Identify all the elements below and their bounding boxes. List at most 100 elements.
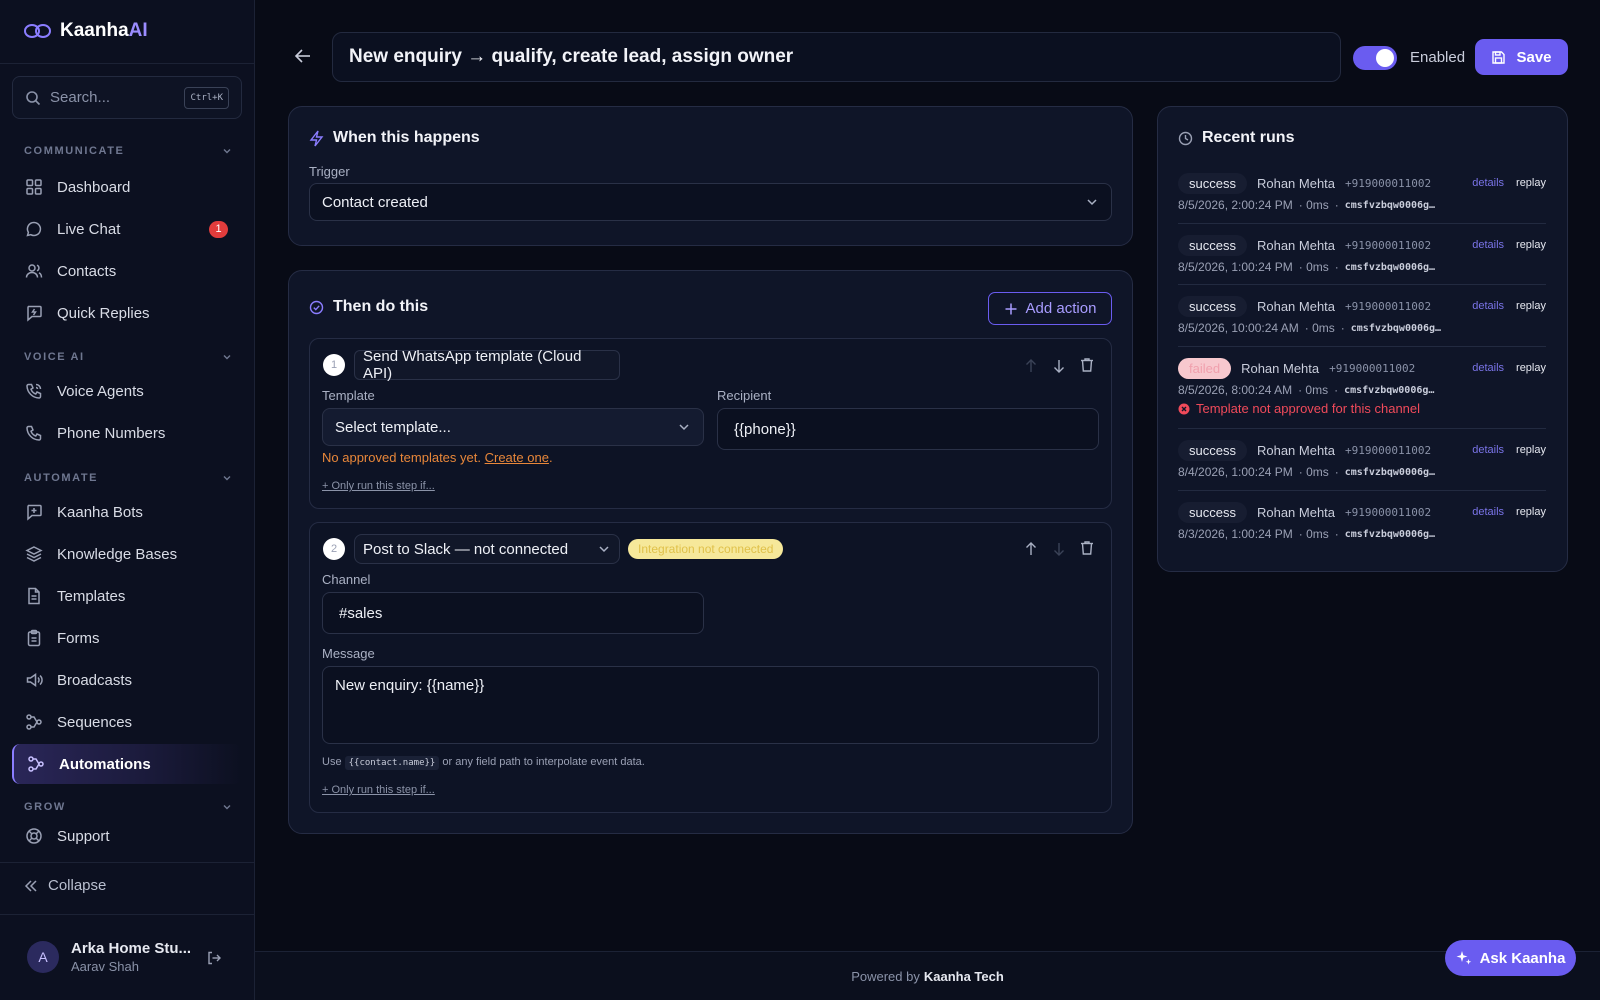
footer-prefix: Powered by: [851, 968, 920, 984]
create-template-link[interactable]: Create one: [485, 450, 549, 465]
run-details-link[interactable]: details: [1472, 300, 1504, 312]
workflow-icon: [28, 756, 44, 772]
automation-title: New enquiry → qualify, create lead, assi…: [349, 46, 794, 67]
sidebar-item-broadcasts[interactable]: Broadcasts: [12, 660, 242, 700]
run-replay-link[interactable]: replay: [1516, 177, 1546, 189]
run-status-badge: success: [1178, 234, 1247, 256]
run-time: 8/5/2026, 10:00:24 AM: [1178, 321, 1299, 335]
brand-name: Kaanha: [60, 20, 129, 41]
run-id: cmsfvzbqw0006g…: [1344, 261, 1436, 273]
template-select[interactable]: Select template...: [322, 408, 704, 446]
user-profile[interactable]: A Arka Home Stu... Aarav Shah: [27, 940, 227, 974]
sidebar-item-label: Live Chat: [57, 220, 121, 238]
run-details-link[interactable]: details: [1472, 239, 1504, 251]
add-condition-link[interactable]: + Only run this step if...: [322, 480, 435, 492]
enabled-toggle[interactable]: [1353, 46, 1397, 70]
section-communicate[interactable]: COMMUNICATE: [24, 145, 232, 157]
run-error: Template not approved for this channel: [1178, 401, 1546, 416]
step-type-select[interactable]: Post to Slack — not connected: [354, 534, 620, 564]
collapse-button[interactable]: Collapse: [24, 877, 106, 894]
chevron-down-icon: [223, 805, 231, 810]
run-duration: · 0ms: [1298, 465, 1329, 479]
sidebar-item-quick-replies[interactable]: Quick Replies: [12, 293, 242, 333]
sidebar-item-contacts[interactable]: Contacts: [12, 251, 242, 291]
run-replay-link[interactable]: replay: [1516, 506, 1546, 518]
arrow-down-icon[interactable]: [1051, 541, 1067, 557]
section-voice-ai[interactable]: VOICE AI: [24, 351, 232, 363]
run-replay-link[interactable]: replay: [1516, 444, 1546, 456]
add-action-button[interactable]: Add action: [988, 292, 1112, 325]
recipient-input[interactable]: {{phone}}: [717, 408, 1099, 450]
save-button[interactable]: Save: [1475, 39, 1568, 75]
chevron-down-icon: [223, 476, 231, 481]
sidebar-item-forms[interactable]: Forms: [12, 618, 242, 658]
section-label: GROW: [24, 801, 66, 813]
sidebar-item-templates[interactable]: Templates: [12, 576, 242, 616]
add-condition-link[interactable]: + Only run this step if...: [322, 784, 435, 796]
divider: [1178, 346, 1546, 347]
ask-kaanha-button[interactable]: Ask Kaanha: [1445, 940, 1576, 976]
warning-text: No approved templates yet.: [322, 450, 481, 465]
search-icon: [26, 90, 41, 105]
divider: [1178, 428, 1546, 429]
run-details-link[interactable]: details: [1472, 177, 1504, 189]
sidebar-item-sequences[interactable]: Sequences: [12, 702, 242, 742]
sidebar-item-dashboard[interactable]: Dashboard: [12, 167, 242, 207]
trash-icon[interactable]: [1079, 540, 1095, 556]
arrow-up-icon[interactable]: [1023, 541, 1039, 557]
logout-icon[interactable]: [206, 950, 222, 966]
run-details-link[interactable]: details: [1472, 362, 1504, 374]
section-automate[interactable]: AUTOMATE: [24, 472, 232, 484]
trash-icon[interactable]: [1079, 357, 1095, 373]
search-placeholder: Search...: [50, 89, 111, 106]
back-arrow-icon[interactable]: [294, 48, 312, 64]
run-replay-link[interactable]: replay: [1516, 362, 1546, 374]
chevrons-left-icon: [24, 879, 37, 892]
footer: Powered by Kaanha Tech: [255, 951, 1600, 1000]
section-grow[interactable]: GROW: [24, 801, 232, 813]
run-replay-link[interactable]: replay: [1516, 239, 1546, 251]
run-duration: · 0ms: [1304, 321, 1335, 335]
collapse-label: Collapse: [48, 877, 107, 894]
channel-input[interactable]: #sales: [322, 592, 704, 634]
sidebar-item-label: Quick Replies: [57, 304, 150, 322]
clock-icon: [1178, 131, 1193, 145]
run-item: success Rohan Mehta +919000011002 detail…: [1178, 439, 1546, 479]
sidebar-item-label: Phone Numbers: [57, 424, 166, 442]
sidebar-item-automations[interactable]: Automations: [12, 744, 242, 784]
sidebar-item-knowledge-bases[interactable]: Knowledge Bases: [12, 534, 242, 574]
run-separator: ·: [1334, 465, 1339, 479]
run-details-link[interactable]: details: [1472, 506, 1504, 518]
run-separator: ·: [1340, 321, 1345, 335]
divider: [0, 63, 255, 64]
run-duration: · 0ms: [1298, 260, 1329, 274]
message-textarea[interactable]: New enquiry: {{name}}: [322, 666, 1099, 744]
run-status-badge: success: [1178, 295, 1247, 317]
run-item: success Rohan Mehta +919000011002 detail…: [1178, 501, 1546, 541]
arrow-up-icon[interactable]: [1023, 358, 1039, 374]
search-input[interactable]: Search... Ctrl+K: [12, 76, 242, 119]
sidebar-item-live-chat[interactable]: Live Chat 1: [12, 209, 242, 249]
trigger-select[interactable]: Contact created: [309, 183, 1112, 221]
arrow-down-icon[interactable]: [1051, 358, 1067, 374]
run-details-link[interactable]: details: [1472, 444, 1504, 456]
chevron-down-icon: [679, 424, 689, 431]
run-time: 8/4/2026, 1:00:24 PM: [1178, 465, 1293, 479]
hint-code: {{contact.name}}: [344, 756, 440, 770]
sidebar-item-phone-numbers[interactable]: Phone Numbers: [12, 413, 242, 453]
template-label: Template: [322, 388, 375, 403]
divider: [0, 862, 255, 863]
step-type-value: Post to Slack — not connected: [363, 540, 569, 558]
sidebar-item-voice-agents[interactable]: Voice Agents: [12, 371, 242, 411]
run-status-badge: success: [1178, 501, 1247, 523]
brand-logo[interactable]: KaanhaAI: [24, 20, 148, 42]
sidebar-item-support[interactable]: Support: [12, 816, 242, 856]
run-id: cmsfvzbqw0006g…: [1344, 384, 1435, 396]
enabled-label: Enabled: [1410, 49, 1466, 66]
run-replay-link[interactable]: replay: [1516, 300, 1546, 312]
run-time: 8/5/2026, 2:00:24 PM: [1178, 198, 1293, 212]
recipient-value: {{phone}}: [734, 420, 796, 438]
trigger-value: Contact created: [322, 193, 428, 211]
automation-title-input[interactable]: New enquiry → qualify, create lead, assi…: [332, 32, 1341, 82]
sidebar-item-kaanha-bots[interactable]: Kaanha Bots: [12, 492, 242, 532]
